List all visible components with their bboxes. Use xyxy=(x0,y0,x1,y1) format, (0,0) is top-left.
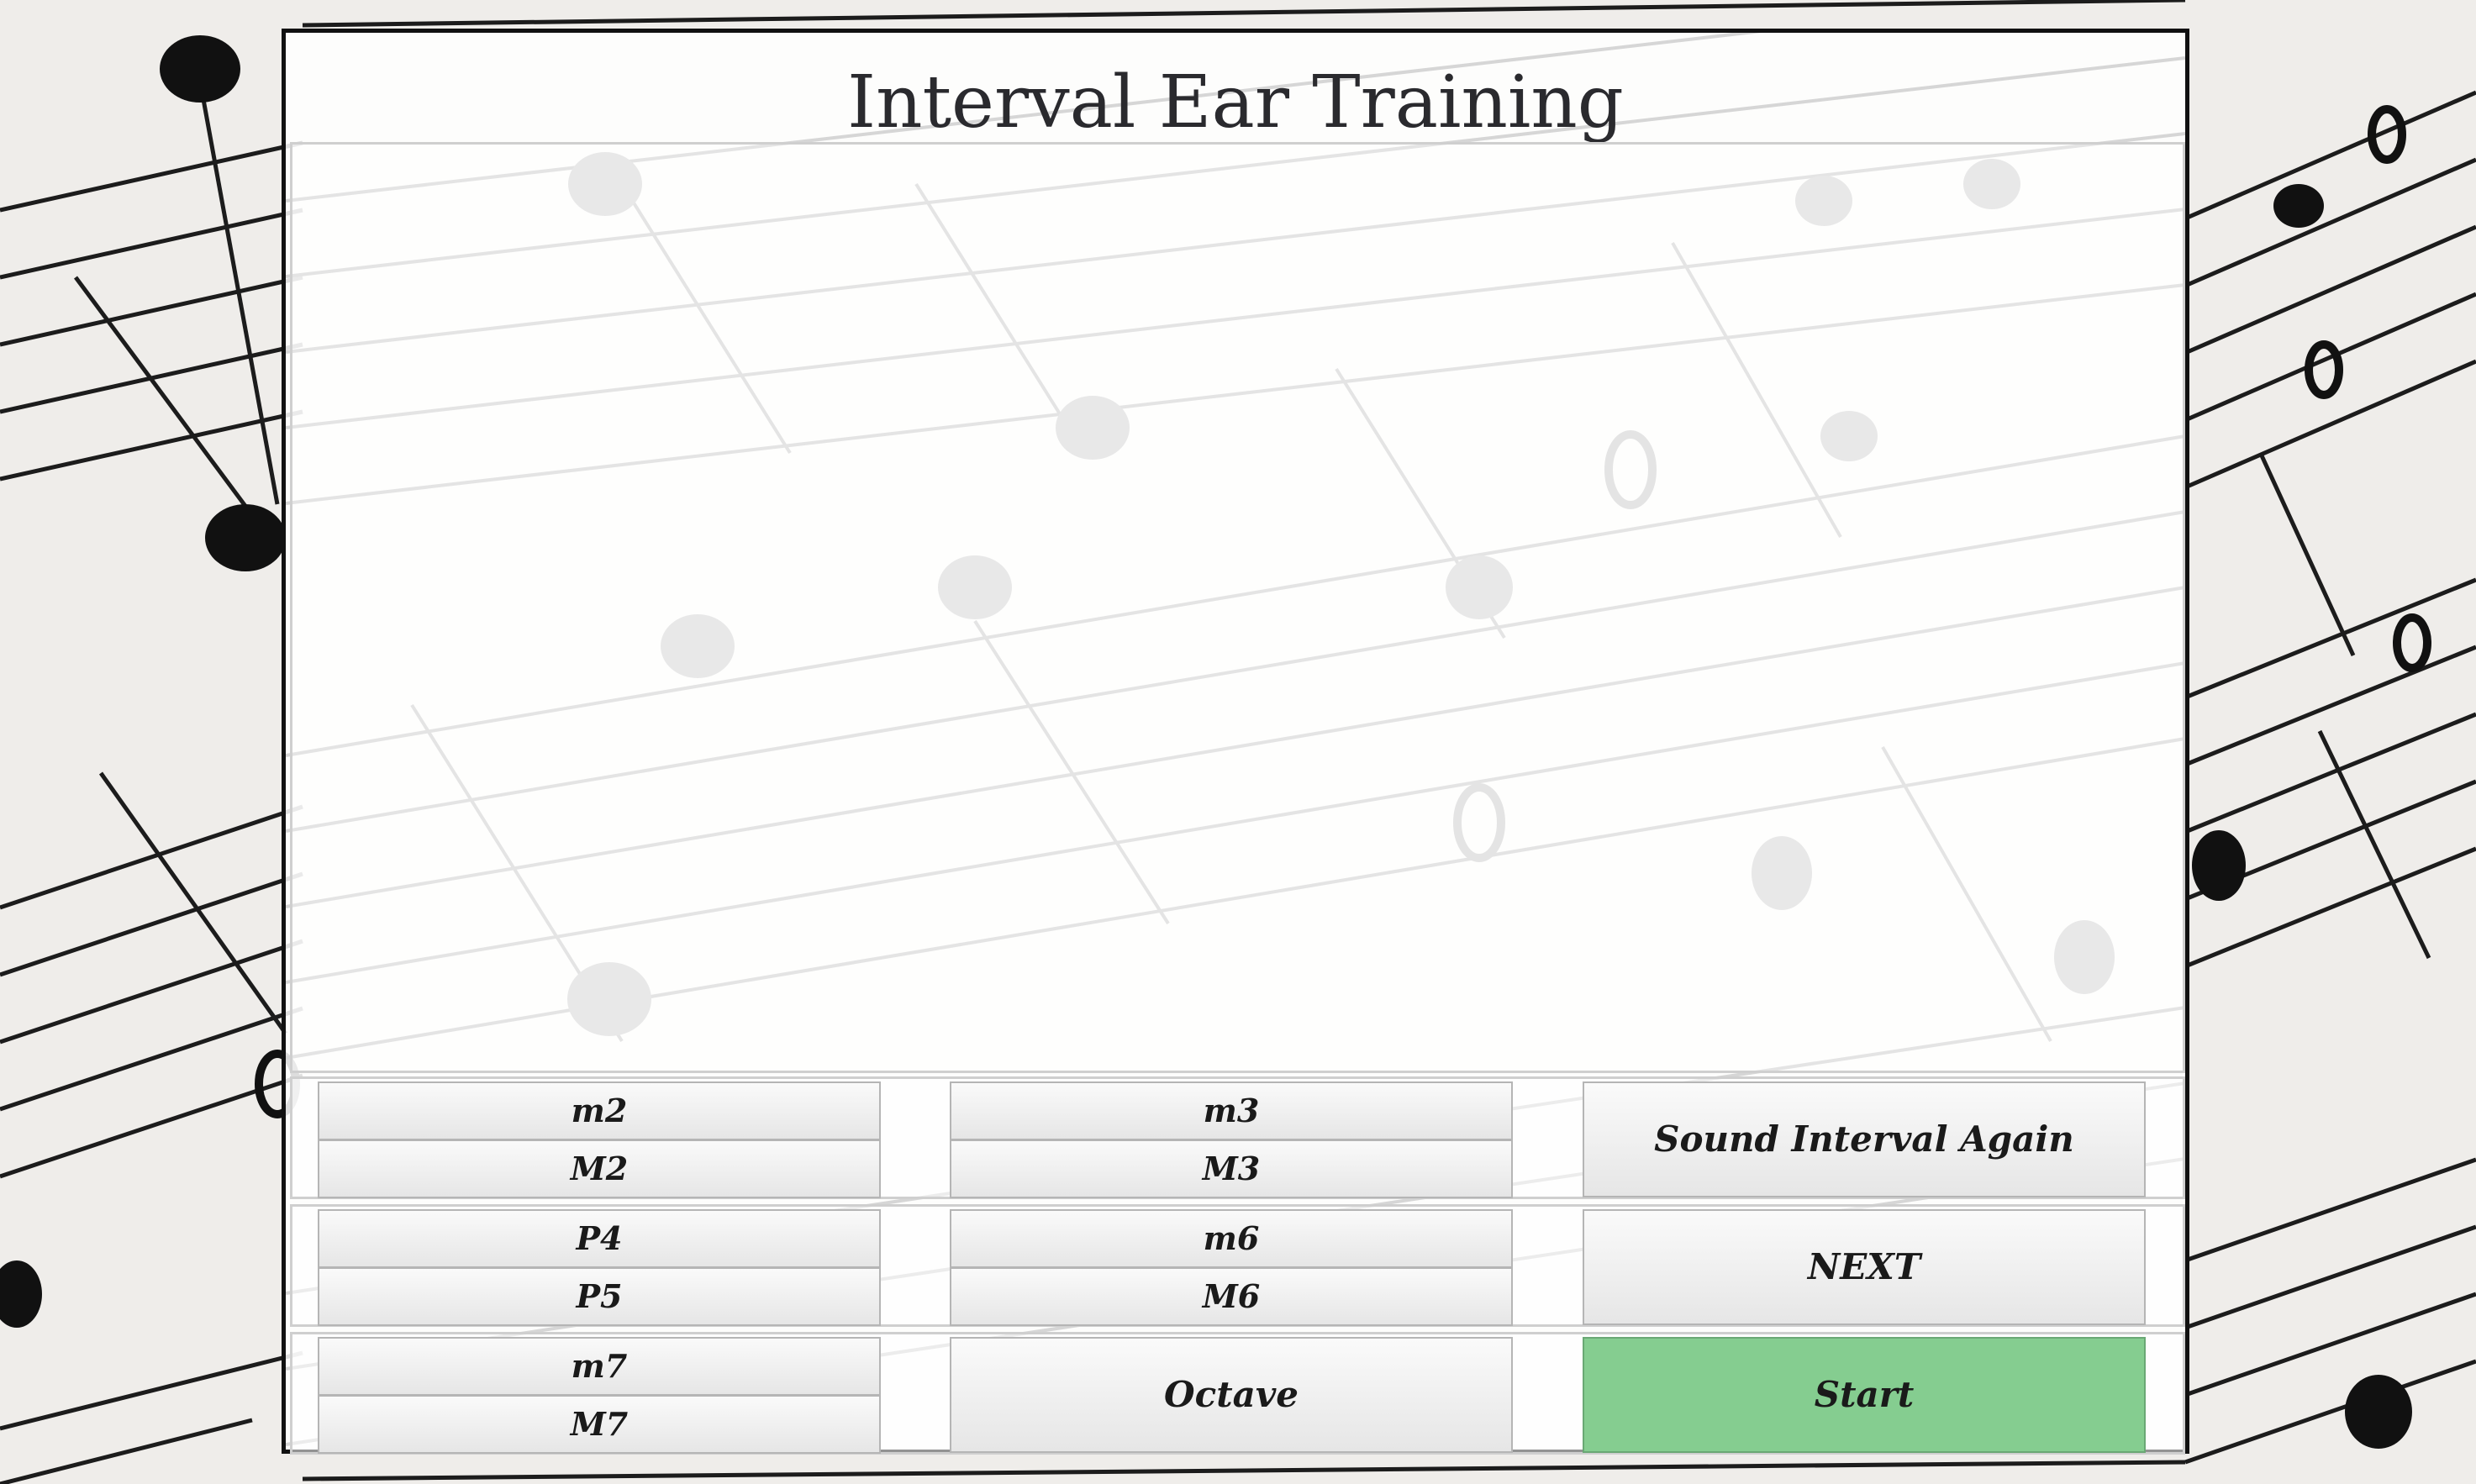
interval-row-2: P4 P5 m6 M6 NEXT xyxy=(290,1204,2185,1327)
P5-button[interactable]: P5 xyxy=(318,1267,881,1326)
m2-button[interactable]: m2 xyxy=(318,1081,881,1140)
octave-button[interactable]: Octave xyxy=(950,1337,1513,1453)
M7-button[interactable]: M7 xyxy=(318,1395,881,1454)
m7-button[interactable]: m7 xyxy=(318,1337,881,1396)
sound-interval-again-button[interactable]: Sound Interval Again xyxy=(1583,1081,2146,1197)
staff-display-area xyxy=(290,142,2185,1073)
M2-button[interactable]: M2 xyxy=(318,1139,881,1198)
start-button[interactable]: Start xyxy=(1583,1337,2146,1453)
M6-button[interactable]: M6 xyxy=(950,1267,1513,1326)
next-button[interactable]: NEXT xyxy=(1583,1209,2146,1325)
interval-row-1: m2 M2 m3 M3 Sound Interval Again xyxy=(290,1076,2185,1199)
m3-button[interactable]: m3 xyxy=(950,1081,1513,1140)
P4-button[interactable]: P4 xyxy=(318,1209,881,1268)
main-panel: Interval Ear Training m2 M2 m3 M3 Sound … xyxy=(282,29,2189,1455)
m6-button[interactable]: m6 xyxy=(950,1209,1513,1268)
interval-row-3: m7 M7 Octave Start xyxy=(290,1332,2185,1455)
M3-button[interactable]: M3 xyxy=(950,1139,1513,1198)
